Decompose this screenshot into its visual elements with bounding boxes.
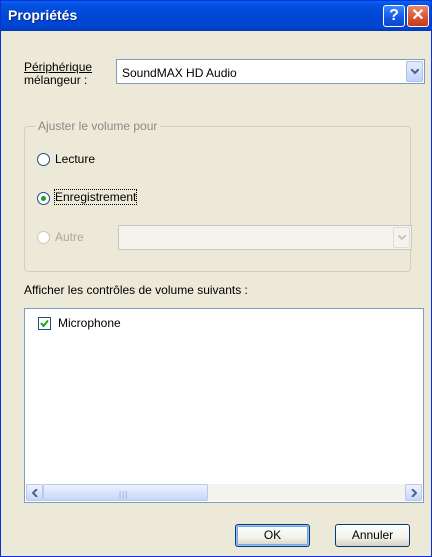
radio-other-label: Autre bbox=[55, 230, 84, 244]
other-dropdown-button bbox=[393, 227, 410, 248]
chevron-down-icon bbox=[411, 69, 419, 75]
cancel-button[interactable]: Annuler bbox=[335, 524, 410, 547]
microphone-label[interactable]: Microphone bbox=[58, 316, 121, 330]
mixer-label-line2: mélangeur : bbox=[24, 73, 88, 87]
scroll-thumb[interactable]: ||| bbox=[43, 484, 208, 501]
mixer-label: Périphérique mélangeur : bbox=[24, 61, 92, 87]
mixer-device-value: SoundMAX HD Audio bbox=[122, 66, 237, 80]
controls-label: Afficher les contrôles de volume suivant… bbox=[24, 283, 248, 297]
controls-list[interactable]: Microphone ||| bbox=[24, 308, 424, 503]
mixer-device-select[interactable]: SoundMAX HD Audio bbox=[116, 59, 425, 84]
mixer-label-line1: Périphérique bbox=[24, 60, 93, 74]
radio-selected-icon bbox=[41, 196, 46, 201]
checkmark-icon bbox=[40, 319, 49, 328]
scroll-grip: ||| bbox=[119, 490, 129, 499]
radio-recording[interactable] bbox=[37, 192, 50, 205]
arrow-right-icon bbox=[411, 489, 417, 497]
other-device-select bbox=[118, 225, 412, 250]
radio-recording-label[interactable]: Enregistrement bbox=[53, 189, 138, 205]
scroll-right-button[interactable] bbox=[405, 484, 422, 501]
radio-playback-label[interactable]: Lecture bbox=[55, 152, 95, 166]
help-icon: ? bbox=[389, 7, 399, 24]
adjust-volume-title: Ajuster le volume pour bbox=[35, 119, 161, 133]
radio-other bbox=[37, 231, 50, 244]
close-icon: ✕ bbox=[411, 7, 425, 24]
arrow-left-icon bbox=[32, 489, 38, 497]
microphone-checkbox[interactable] bbox=[38, 317, 51, 330]
chevron-down-icon bbox=[398, 235, 406, 241]
scroll-left-button[interactable] bbox=[26, 484, 43, 501]
window-title: Propriétés bbox=[8, 7, 78, 23]
mixer-dropdown-button[interactable] bbox=[406, 61, 423, 82]
radio-playback[interactable] bbox=[37, 153, 50, 166]
help-button[interactable]: ? bbox=[383, 5, 405, 27]
properties-dialog: Propriétés ? ✕ Périphérique mélangeur : … bbox=[0, 0, 432, 557]
title-bar[interactable]: Propriétés ? ✕ bbox=[1, 1, 431, 31]
horizontal-scrollbar[interactable]: ||| bbox=[26, 484, 422, 501]
ok-button[interactable]: OK bbox=[235, 524, 310, 547]
close-button[interactable]: ✕ bbox=[407, 5, 429, 27]
